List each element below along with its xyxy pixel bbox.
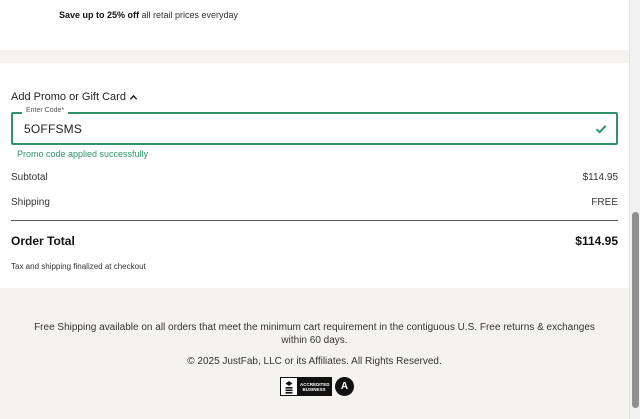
bbb-accredited-badge[interactable]: ACCREDITED BUSINESS: [280, 377, 332, 396]
bbb-line2: BUSINESS: [302, 387, 326, 392]
order-summary: Add Promo or Gift Card Enter Code* Promo…: [0, 63, 629, 288]
order-total-row: Order Total $114.95: [11, 234, 618, 248]
summary-divider: [11, 220, 618, 221]
bbb-rating-badge[interactable]: A: [335, 377, 354, 396]
section-gap: [0, 50, 629, 63]
copyright-text: © 2025 JustFab, LLC or its Affiliates. A…: [187, 356, 442, 367]
shipping-value: FREE: [591, 197, 618, 208]
promo-code-input[interactable]: [24, 121, 584, 137]
vertical-scrollbar[interactable]: [629, 0, 640, 419]
promo-banner: Save up to 25% off all retail prices eve…: [0, 0, 629, 50]
tax-note: Tax and shipping finalized at checkout: [11, 262, 146, 271]
page-footer: Free Shipping available on all orders th…: [0, 288, 629, 419]
trust-badges: ACCREDITED BUSINESS A: [280, 377, 354, 396]
order-total-label: Order Total: [11, 234, 75, 248]
promo-code-label: Enter Code*: [22, 107, 69, 114]
check-icon: [595, 125, 607, 134]
bbb-seal-icon: [281, 378, 297, 395]
promo-success-message: Promo code applied successfully: [17, 149, 149, 159]
savings-rest: all retail prices everyday: [139, 10, 239, 20]
shipping-row: Shipping FREE: [11, 197, 618, 208]
savings-message: Save up to 25% off all retail prices eve…: [59, 10, 238, 20]
shipping-label: Shipping: [11, 197, 50, 208]
order-total-value: $114.95: [575, 234, 618, 248]
subtotal-row: Subtotal $114.95: [11, 172, 618, 183]
free-shipping-note: Free Shipping available on all orders th…: [34, 322, 595, 346]
promo-toggle-label: Add Promo or Gift Card: [11, 91, 126, 103]
bbb-badge-text: ACCREDITED BUSINESS: [297, 378, 331, 395]
scrollbar-thumb[interactable]: [632, 212, 639, 408]
cart-page: Save up to 25% off all retail prices eve…: [0, 0, 629, 419]
promo-code-field[interactable]: Enter Code*: [11, 107, 618, 145]
savings-bold: Save up to 25% off: [59, 10, 140, 20]
subtotal-value: $114.95: [582, 172, 618, 183]
subtotal-label: Subtotal: [11, 172, 48, 183]
chevron-up-icon: [129, 94, 138, 100]
promo-toggle[interactable]: Add Promo or Gift Card: [11, 91, 138, 103]
